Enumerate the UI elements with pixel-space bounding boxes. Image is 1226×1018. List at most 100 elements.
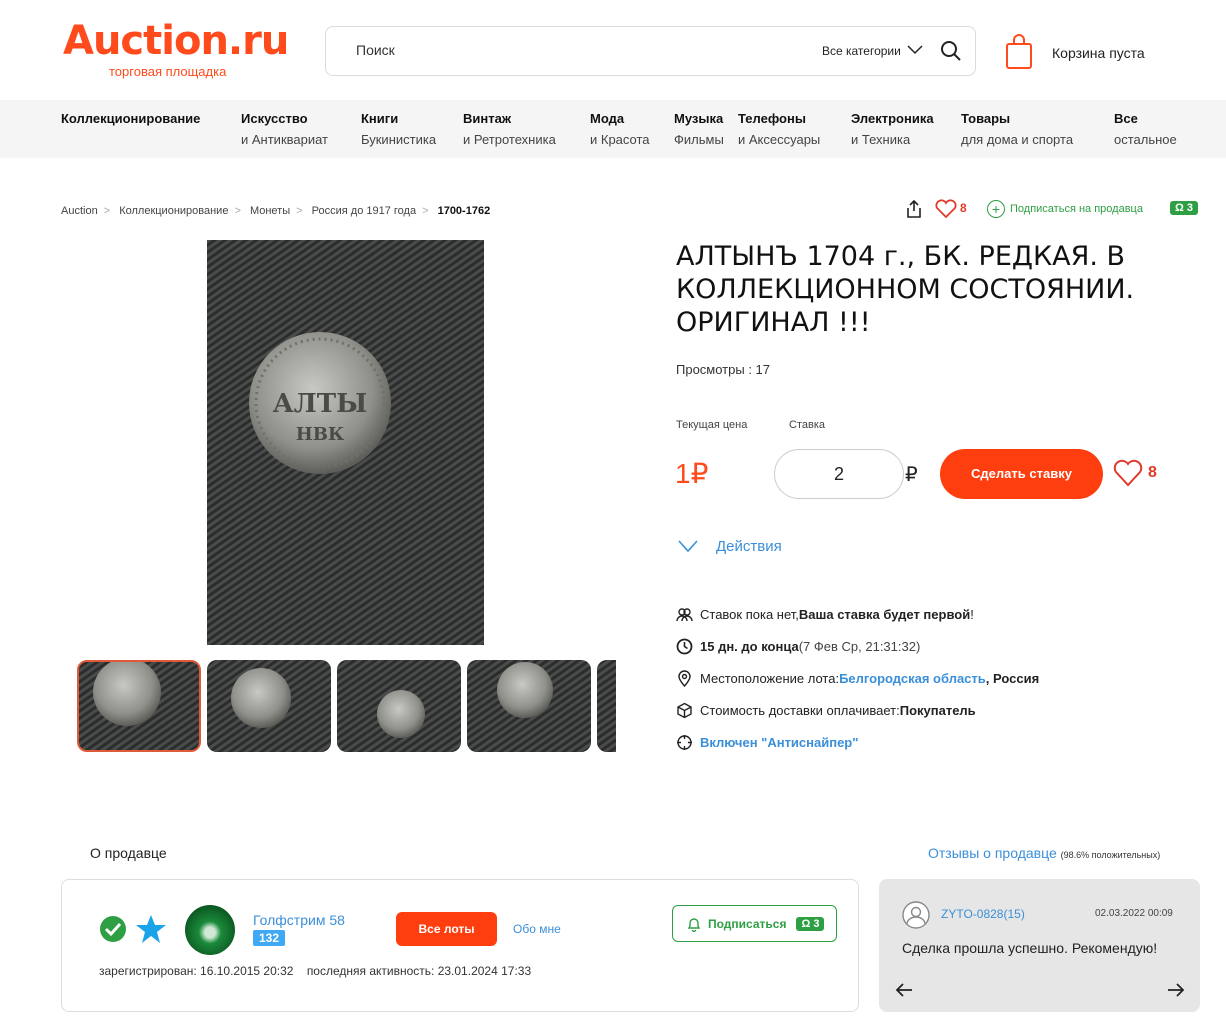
main-lot-photo[interactable]: АЛТЫ НВК	[207, 240, 484, 645]
currency-symbol: ₽	[905, 464, 918, 486]
seller-reviews-link[interactable]: Отзывы о продавце (98.6% положительных)	[928, 845, 1160, 861]
nav-subtitle: и Антиквариат	[241, 132, 329, 147]
thumbnail-5[interactable]	[597, 660, 616, 752]
subscribe-seller-link[interactable]: + Подписаться на продавца	[987, 199, 1143, 219]
current-price: 1₽	[675, 458, 709, 489]
subscribers-badge: Ω 3	[796, 916, 825, 931]
subscribe-seller-button[interactable]: Подписаться Ω 3	[672, 905, 837, 942]
nav-title: Коллекционирование	[61, 111, 201, 126]
thumbnail-4[interactable]	[467, 660, 591, 752]
bid-amount-input[interactable]	[774, 449, 904, 499]
reviews-percentage: (98.6% положительных)	[1060, 850, 1161, 860]
nav-electronics[interactable]: Электроника и Техника	[851, 111, 934, 148]
nav-phones[interactable]: Телефоны и Аксессуары	[738, 111, 820, 148]
time-left: 15 дн. до конца	[700, 638, 799, 654]
nav-title: Искусство	[241, 111, 308, 126]
seller-avatar[interactable]	[185, 905, 235, 955]
chevron-down-icon[interactable]	[677, 538, 699, 554]
arrow-left-icon[interactable]	[894, 980, 914, 1000]
seller-name-link[interactable]: Голфстрим 58	[253, 912, 345, 928]
svg-text:НВК: НВК	[296, 424, 345, 445]
site-logo[interactable]: Auction.ru торговая площадка	[63, 18, 289, 82]
user-avatar-icon	[902, 901, 930, 929]
review-card: ZYTO-0828(15) 02.03.2022 00:09 Сделка пр…	[879, 879, 1200, 1012]
all-lots-button[interactable]: Все лоты	[396, 912, 497, 946]
thumbnail-image	[207, 660, 331, 752]
plus-circle-icon: +	[987, 200, 1005, 218]
nav-books[interactable]: Книги Букинистика	[361, 111, 436, 148]
registered-date: зарегистрирован: 16.10.2015 20:32	[99, 964, 294, 978]
delivery-info: Стоимость доставки оплачивает: Покупател…	[676, 701, 976, 719]
nav-collecting[interactable]: Коллекционирование	[61, 111, 200, 132]
nav-home-sport[interactable]: Товары для дома и спорта	[961, 111, 1073, 148]
nav-other[interactable]: Все остальное	[1114, 111, 1177, 148]
breadcrumb-item[interactable]: Коллекционирование	[119, 205, 228, 217]
nav-title: Книги	[361, 111, 399, 126]
thumbnail-1[interactable]	[77, 660, 201, 752]
nav-title: Электроника	[851, 111, 934, 126]
thumbnail-image	[467, 660, 591, 752]
user-icon: Ω	[1175, 202, 1187, 214]
bids-end: !	[970, 606, 974, 622]
arrow-right-icon[interactable]	[1166, 980, 1186, 1000]
star-icon	[136, 915, 166, 943]
nav-subtitle: Фильмы	[674, 132, 724, 147]
thumbnail-3[interactable]	[337, 660, 461, 752]
cart-status[interactable]: Корзина пуста	[1052, 45, 1145, 61]
place-bid-button[interactable]: Сделать ставку	[940, 449, 1103, 499]
nav-music[interactable]: Музыка Фильмы	[674, 111, 724, 148]
nav-subtitle: остальное	[1114, 132, 1177, 147]
box-icon	[677, 702, 692, 718]
header: Auction.ru торговая площадка Все категор…	[0, 0, 1226, 100]
breadcrumb-item[interactable]: Монеты	[250, 205, 290, 217]
review-text: Сделка прошла успешно. Рекомендую!	[902, 940, 1158, 956]
end-date: (7 Фев Ср, 21:31:32)	[798, 638, 921, 654]
location-info: Местоположение лота: Белгородская област…	[676, 669, 1039, 687]
nav-title: Мода	[590, 111, 625, 126]
favorites-count: 8	[1148, 464, 1157, 481]
search-input[interactable]	[356, 42, 776, 58]
location-country: , Россия	[985, 670, 1040, 686]
heart-icon[interactable]	[1113, 459, 1143, 487]
seller-meta: зарегистрирован: 16.10.2015 20:32 послед…	[99, 964, 531, 978]
clock-icon	[676, 638, 693, 654]
favorites-count: 8	[960, 201, 967, 215]
category-select[interactable]: Все категории	[822, 44, 901, 58]
antisniper-info: Включен "Антиснайпер"	[676, 733, 858, 751]
heart-icon[interactable]	[934, 199, 958, 219]
reviewer-name-link[interactable]: ZYTO-0828(15)	[941, 907, 1025, 921]
search-icon[interactable]	[940, 40, 962, 62]
about-seller-title: О продавце	[90, 845, 167, 861]
actions-toggle[interactable]: Действия	[716, 538, 782, 555]
antisniper-link[interactable]: Включен "Антиснайпер"	[700, 735, 858, 750]
location-pin-icon	[678, 669, 691, 687]
breadcrumb-item[interactable]: Россия до 1917 года	[312, 205, 416, 217]
nav-title: Телефоны	[738, 111, 806, 126]
logo-text: Auction.ru	[63, 18, 289, 64]
bids-info: Ставок пока нет, Ваша ставка будет перво…	[676, 605, 974, 623]
chevron-down-icon[interactable]	[906, 41, 924, 59]
share-icon[interactable]	[904, 199, 924, 219]
subscribe-label: Подписаться	[708, 916, 787, 931]
crosshair-icon	[677, 734, 692, 750]
subscribers-badge: Ω 3	[1170, 201, 1199, 215]
shopping-bag-icon[interactable]	[1005, 34, 1033, 70]
breadcrumb-separator-icon: >	[103, 205, 111, 217]
nav-vintage[interactable]: Винтаж и Ретротехника	[463, 111, 556, 148]
nav-art[interactable]: Искусство и Антиквариат	[241, 111, 328, 148]
nav-fashion[interactable]: Мода и Красота	[590, 111, 650, 148]
users-icon	[676, 607, 693, 621]
thumbnail-2[interactable]	[207, 660, 331, 752]
nav-title: Винтаж	[463, 111, 512, 126]
review-date: 02.03.2022 00:09	[1095, 908, 1173, 919]
about-me-link[interactable]: Обо мне	[513, 922, 561, 936]
bell-icon	[687, 917, 701, 932]
nav-subtitle: и Аксессуары	[738, 132, 821, 147]
delivery-label: Стоимость доставки оплачивает:	[700, 702, 900, 718]
location-region-link[interactable]: Белгородская область	[839, 671, 986, 686]
breadcrumb-item[interactable]: Auction	[61, 205, 98, 217]
time-left-info: 15 дн. до конца (7 Фев Ср, 21:31:32)	[676, 637, 920, 655]
view-count: Просмотры : 17	[676, 362, 771, 377]
nav-subtitle: для дома и спорта	[961, 132, 1074, 147]
last-activity: последняя активность: 23.01.2024 17:33	[306, 964, 532, 978]
